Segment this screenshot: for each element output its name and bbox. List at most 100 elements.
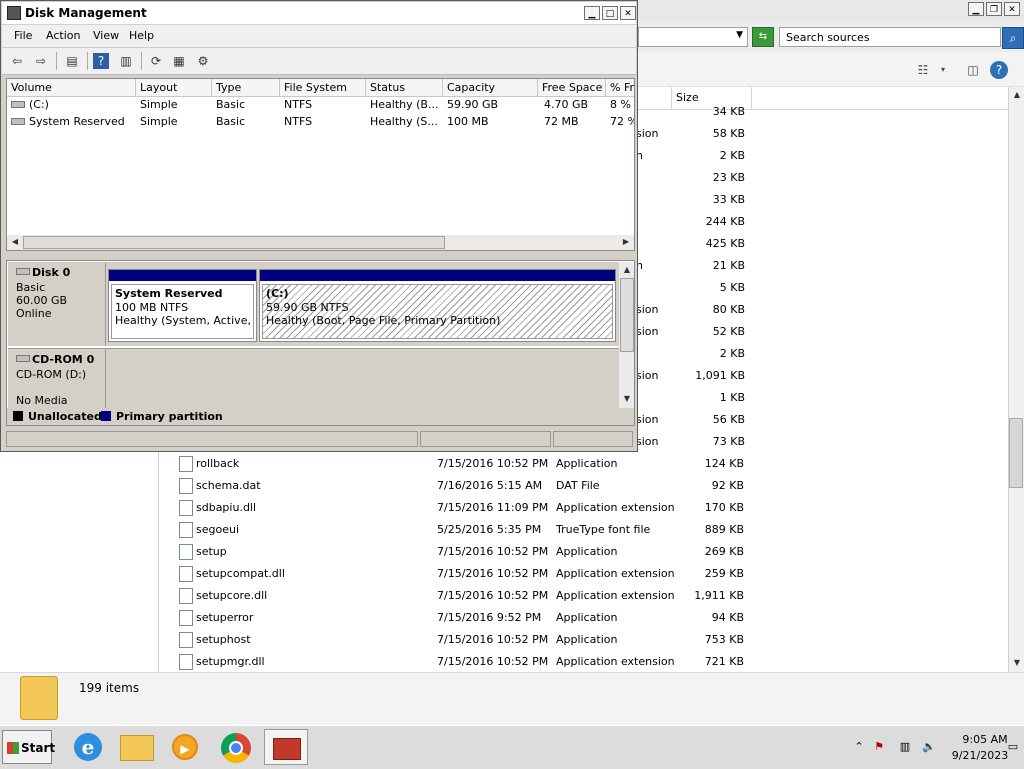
file-row[interactable]: sdbapiu.dll 7/15/2016 11:09 PM Application…: [159, 497, 1008, 519]
column-layout[interactable]: Layout: [136, 79, 212, 96]
column-volume[interactable]: Volume: [7, 79, 136, 96]
internet-explorer-icon[interactable]: e: [66, 729, 110, 765]
scroll-up-icon[interactable]: ▲: [1010, 88, 1024, 102]
preview-pane-icon[interactable]: ◫: [964, 62, 982, 78]
maximize-button[interactable]: □: [602, 6, 618, 20]
cdrom-0-label[interactable]: CD-ROM 0 CD-ROM (D:) No Media: [8, 349, 106, 408]
help-icon[interactable]: ?: [93, 53, 109, 69]
scroll-down-icon[interactable]: ▼: [620, 392, 634, 406]
file-row-partial[interactable]: 34 KB: [636, 101, 1008, 123]
scrollbar-thumb[interactable]: [1009, 418, 1023, 488]
menu-view[interactable]: View: [93, 29, 119, 42]
disk-0-label[interactable]: Disk 0 Basic 60.00 GB Online: [8, 262, 106, 346]
file-name: setupmgr.dll: [196, 655, 265, 668]
change-view-icon[interactable]: ☷: [914, 62, 932, 78]
file-row-partial[interactable]: sion 52 KB: [636, 321, 1008, 343]
menu-help[interactable]: Help: [129, 29, 154, 42]
media-player-icon[interactable]: ▶: [164, 729, 208, 765]
show-hidden-icons-icon[interactable]: ⌃: [851, 739, 867, 755]
start-button[interactable]: Start: [2, 730, 55, 764]
scrollbar-thumb[interactable]: [620, 278, 634, 352]
file-row[interactable]: setup 7/15/2016 10:52 PM Application 269 KB: [159, 541, 1008, 563]
address-bar[interactable]: ▼: [638, 27, 748, 47]
windows-logo-icon: [7, 742, 19, 754]
volume-row[interactable]: System Reserved Simple Basic NTFS Healthy (S…: [7, 113, 634, 130]
column-free-space[interactable]: Free Space: [538, 79, 606, 96]
show-hide-console-tree-icon[interactable]: ▤: [63, 52, 81, 70]
refresh-icon[interactable]: ⇆: [752, 27, 774, 47]
file-row[interactable]: setupcore.dll 7/15/2016 10:52 PM Applicati…: [159, 585, 1008, 607]
chrome-icon[interactable]: [214, 729, 258, 765]
properties-icon[interactable]: ▦: [170, 52, 188, 70]
column-status[interactable]: Status: [366, 79, 443, 96]
refresh-icon[interactable]: ⟳: [147, 52, 165, 70]
clock-time[interactable]: 9:05 AM: [955, 733, 1015, 746]
file-row-partial[interactable]: sion 1,091 KB: [636, 365, 1008, 387]
column-file-system[interactable]: File System: [280, 79, 366, 96]
partition-system-reserved[interactable]: System Reserved 100 MB NTFS Healthy (Sys…: [108, 269, 257, 342]
restore-button[interactable]: ❐: [986, 2, 1002, 16]
scroll-left-icon[interactable]: ◀: [8, 235, 22, 249]
file-size: 259 KB: [704, 567, 744, 580]
file-row[interactable]: setupcompat.dll 7/15/2016 10:52 PM Applica…: [159, 563, 1008, 585]
file-row-partial[interactable]: 1 KB: [636, 387, 1008, 409]
file-row[interactable]: setuphost 7/15/2016 10:52 PM Application 75…: [159, 629, 1008, 651]
file-size: 753 KB: [704, 633, 744, 646]
column-type[interactable]: Type: [212, 79, 280, 96]
back-arrow-icon[interactable]: ⇦: [8, 52, 26, 70]
disk-management-titlebar[interactable]: Disk Management ▁ □ ✕: [2, 2, 636, 24]
vertical-scrollbar[interactable]: ▲ ▼: [1008, 87, 1024, 672]
disk-management-taskbar-icon[interactable]: [264, 729, 308, 765]
file-row[interactable]: rollback 7/15/2016 10:52 PM Application 124…: [159, 453, 1008, 475]
file-row-partial[interactable]: 425 KB: [636, 233, 1008, 255]
file-row-partial[interactable]: 244 KB: [636, 211, 1008, 233]
search-input[interactable]: Search sources: [779, 27, 1001, 47]
file-row[interactable]: schema.dat 7/16/2016 5:15 AM DAT File 92 KB: [159, 475, 1008, 497]
forward-arrow-icon[interactable]: ⇨: [32, 52, 50, 70]
file-icon: [179, 456, 193, 472]
clock-date[interactable]: 9/21/2023: [945, 749, 1015, 762]
file-row-partial[interactable]: sion 56 KB: [636, 409, 1008, 431]
folder-icon: [20, 676, 58, 720]
file-row[interactable]: setuperror 7/15/2016 9:52 PM Application 94…: [159, 607, 1008, 629]
file-row-partial[interactable]: n2 KB: [636, 145, 1008, 167]
file-row-partial[interactable]: sion 80 KB: [636, 299, 1008, 321]
close-button[interactable]: ✕: [1004, 2, 1020, 16]
search-icon[interactable]: ⌕: [1002, 27, 1024, 49]
file-row-partial[interactable]: 2 KB: [636, 343, 1008, 365]
partition-c-drive[interactable]: (C:) 59.90 GB NTFS Healthy (Boot, Page F…: [259, 269, 616, 342]
vertical-scrollbar[interactable]: ▲ ▼: [619, 262, 634, 408]
help-icon[interactable]: ?: [990, 61, 1008, 79]
navigation-pane[interactable]: [0, 450, 159, 672]
show-hide-action-pane-icon[interactable]: ▥: [117, 52, 135, 70]
chevron-down-icon[interactable]: ▾: [934, 62, 952, 78]
network-icon[interactable]: ▥: [897, 739, 913, 755]
file-row-partial[interactable]: 23 KB: [636, 167, 1008, 189]
minimize-button[interactable]: ▁: [584, 6, 600, 20]
status-pane: [420, 431, 551, 447]
scrollbar-thumb[interactable]: [23, 236, 445, 249]
file-row-partial[interactable]: 33 KB: [636, 189, 1008, 211]
column-capacity[interactable]: Capacity: [443, 79, 538, 96]
file-row-partial[interactable]: 5 KB: [636, 277, 1008, 299]
action-center-flag-icon[interactable]: ⚑: [871, 739, 887, 755]
column-percent-free[interactable]: % Fr: [606, 79, 634, 96]
file-row[interactable]: segoeui 5/25/2016 5:35 PM TrueType font fi…: [159, 519, 1008, 541]
menu-file[interactable]: File: [14, 29, 32, 42]
scroll-down-icon[interactable]: ▼: [1010, 656, 1024, 670]
file-row-partial[interactable]: n 21 KB: [636, 255, 1008, 277]
scroll-right-icon[interactable]: ▶: [619, 235, 633, 249]
volume-muted-icon[interactable]: 🔈: [921, 739, 937, 755]
volume-row[interactable]: (C:) Simple Basic NTFS Healthy (B... 59.90 GB…: [7, 96, 634, 113]
chevron-down-icon[interactable]: ▼: [736, 30, 743, 40]
horizontal-scrollbar[interactable]: ◀ ▶: [7, 235, 634, 250]
close-button[interactable]: ✕: [620, 6, 636, 20]
scroll-up-icon[interactable]: ▲: [620, 263, 634, 277]
minimize-button[interactable]: ▁: [968, 2, 984, 16]
file-explorer-icon[interactable]: [114, 729, 158, 765]
settings-icon[interactable]: ⚙: [194, 52, 212, 70]
file-row[interactable]: setupmgr.dll 7/15/2016 10:52 PM Applicatio…: [159, 651, 1008, 673]
menu-action[interactable]: Action: [46, 29, 80, 42]
file-row-partial[interactable]: sion 58 KB: [636, 123, 1008, 145]
file-row-partial[interactable]: sion 73 KB: [636, 431, 1008, 453]
